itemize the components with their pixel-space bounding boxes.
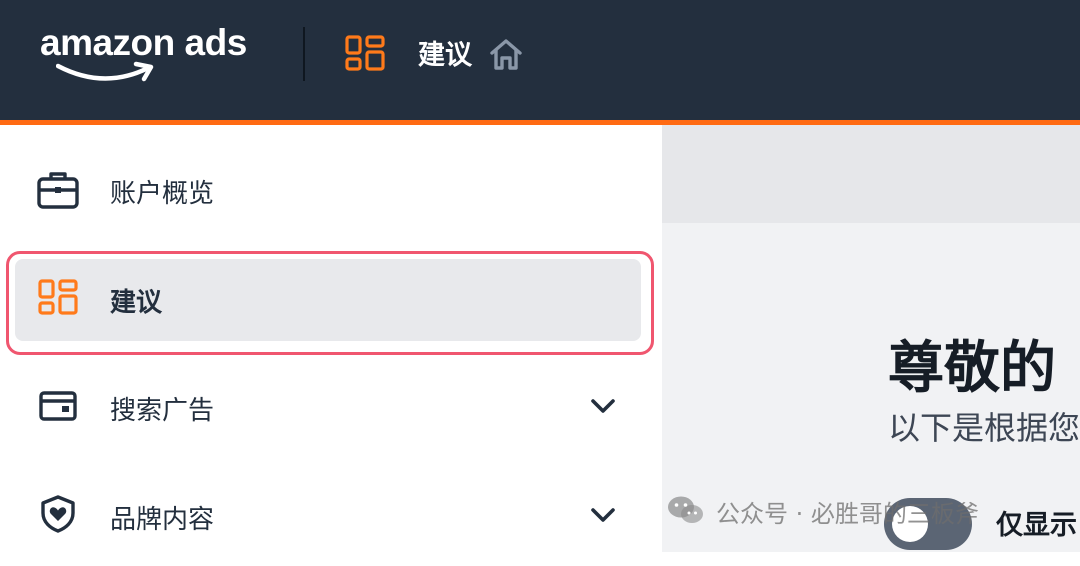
grid-icon [38,279,78,315]
subtitle-text: 以下是根据您 [888,409,1080,447]
amazon-ads-logo[interactable]: amazon ads [40,22,270,86]
sidebar-item-recommendations[interactable]: 建议 [0,249,662,349]
chevron-down-icon[interactable] [590,506,616,524]
page-title: 建议 [418,40,472,71]
grid-icon [345,35,385,71]
watermark-text: 公众号 · 必胜哥的三板斧 [716,500,979,528]
briefcase-icon [37,172,79,209]
sidebar-item-brand-content[interactable]: 品牌内容 [0,466,662,566]
main-top-band [662,125,1080,223]
smile-arrow-icon [56,61,154,82]
sidebar-item-label: 建议 [110,288,163,318]
top-header: amazon ads 建议 [0,0,1080,120]
wallet-icon [39,391,77,421]
greeting-heading: 尊敬的 [888,336,1056,401]
header-divider [303,27,305,81]
sidebar-item-label: 账户概览 [110,179,215,209]
wechat-icon [668,496,703,523]
sidebar-item-label: 品牌内容 [110,505,215,535]
sidebar-item-search-ads[interactable]: 搜索广告 [0,357,662,457]
sidebar-item-account-overview[interactable]: 账户概览 [0,140,662,240]
sidebar-item-label: 搜索广告 [110,396,215,426]
logo-text: amazon ads [40,22,247,63]
home-icon[interactable] [488,36,524,72]
toggle-label: 仅显示 [996,510,1077,541]
shield-heart-icon [41,495,75,533]
chevron-down-icon[interactable] [590,397,616,415]
